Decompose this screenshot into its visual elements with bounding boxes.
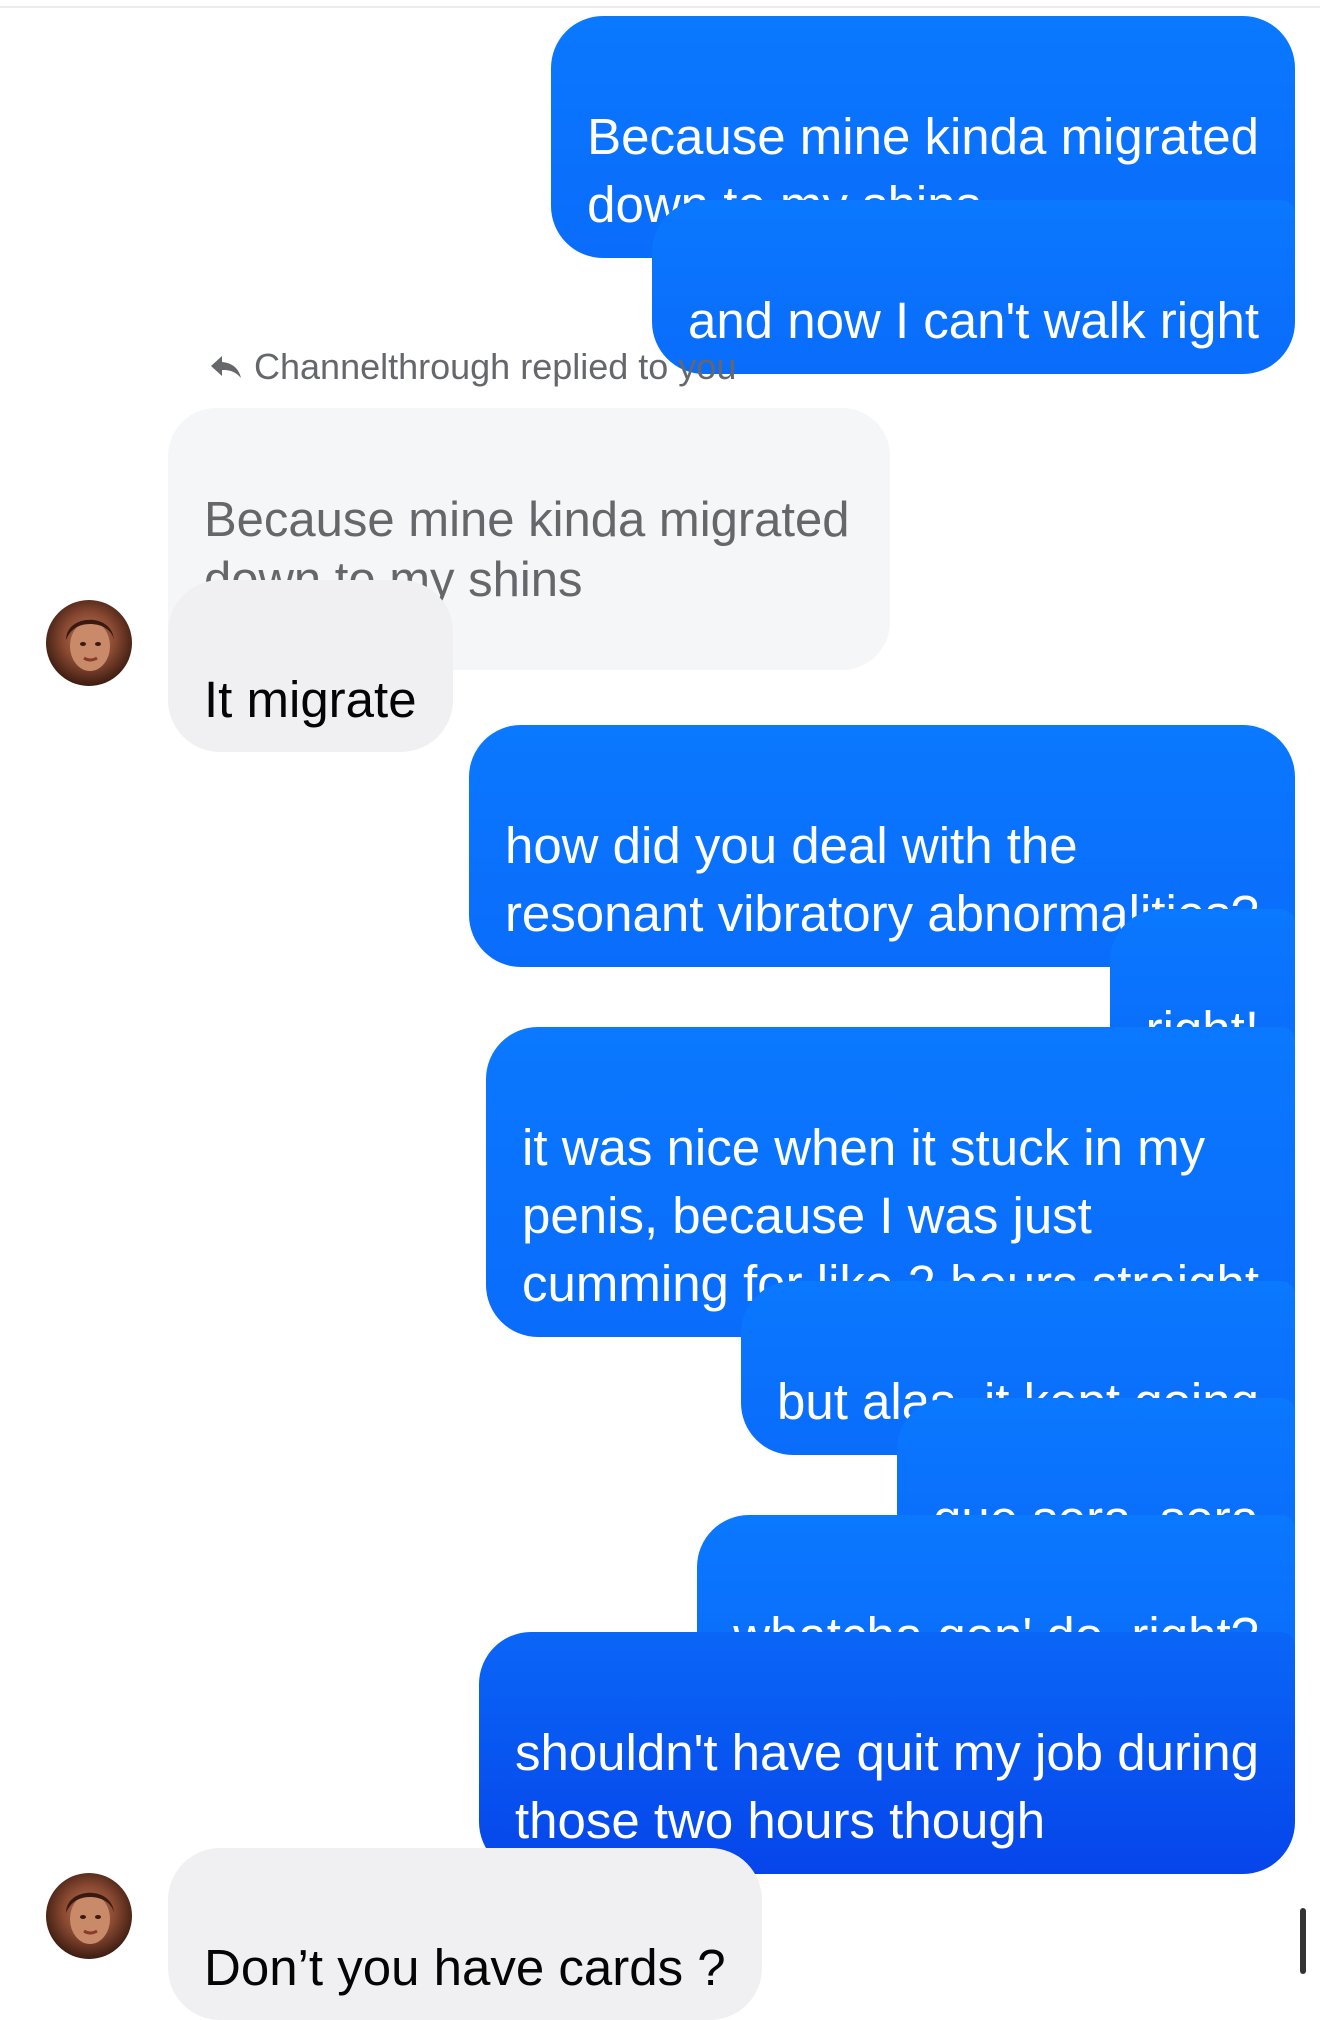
message-text: and now I can't walk right bbox=[687, 292, 1259, 349]
message-text: It migrate bbox=[204, 671, 417, 728]
sent-message[interactable]: shouldn't have quit my job during those … bbox=[478, 1632, 1295, 1874]
top-divider bbox=[0, 6, 1320, 8]
sent-message[interactable]: and now I can't walk right bbox=[651, 200, 1295, 374]
reply-arrow-icon bbox=[210, 354, 242, 380]
received-message[interactable]: It migrate bbox=[168, 580, 453, 752]
avatar[interactable] bbox=[46, 1873, 132, 1959]
avatar[interactable] bbox=[46, 600, 132, 686]
message-text: shouldn't have quit my job during those … bbox=[514, 1724, 1259, 1849]
received-message[interactable]: Don’t you have cards ? bbox=[168, 1848, 762, 2020]
message-text: Don’t you have cards ? bbox=[204, 1939, 726, 1996]
reply-indicator-text: Channelthrough replied to you bbox=[254, 346, 737, 387]
reply-indicator: Channelthrough replied to you bbox=[210, 346, 736, 388]
scrollbar[interactable] bbox=[1300, 1908, 1306, 1974]
